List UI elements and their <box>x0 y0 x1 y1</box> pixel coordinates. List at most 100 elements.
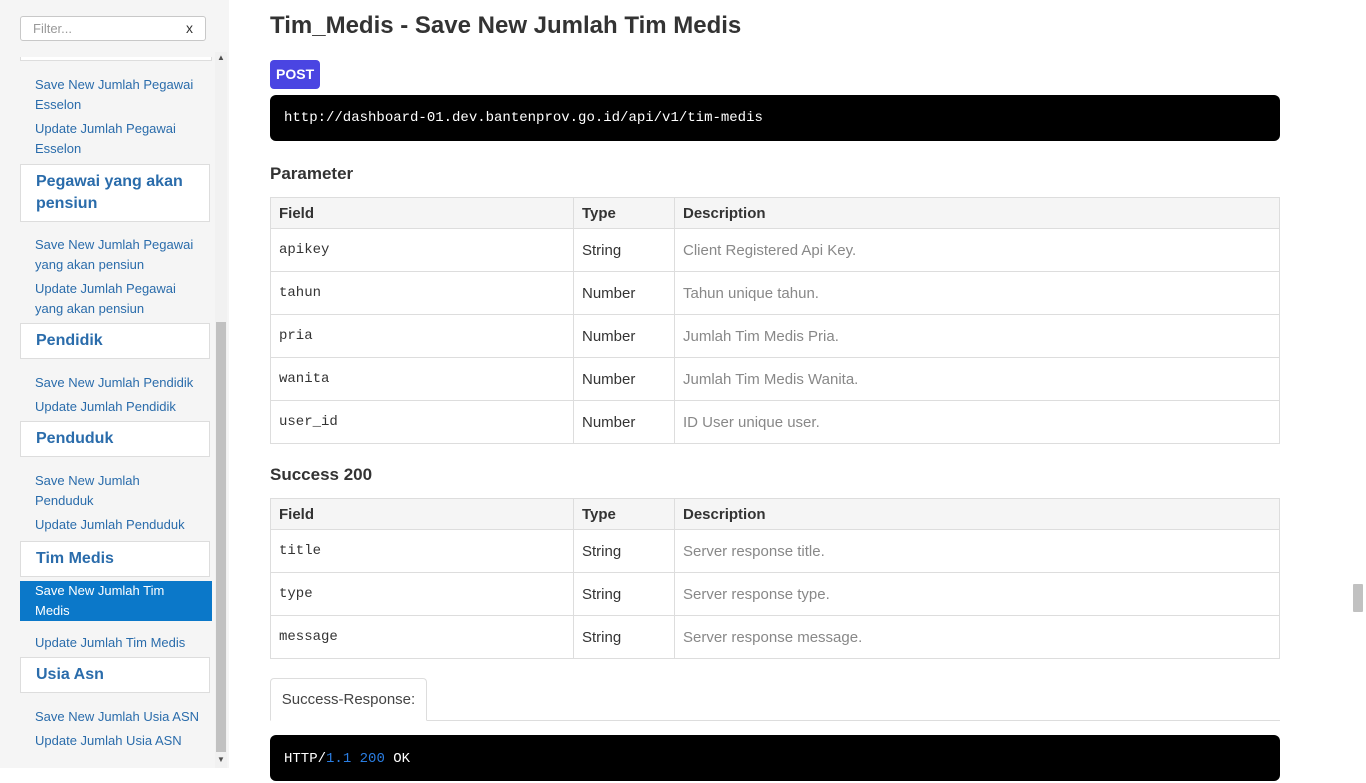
field-cell: tahun <box>270 271 574 315</box>
type-cell: Number <box>573 271 675 315</box>
sidebar-group-pendidik[interactable]: Pendidik <box>20 323 210 359</box>
sidebar-group-pegawai-yang-akan-pensiun[interactable]: Pegawai yang akan pensiun <box>20 164 210 222</box>
description-cell: ID User unique user. <box>674 400 1280 444</box>
sidebar-item-label: Save New Jumlah Pegawai <box>35 77 194 92</box>
column-header: Field <box>270 197 574 229</box>
sidebar-group-label: Penduduk <box>36 430 114 447</box>
field-cell: apikey <box>270 228 574 272</box>
http-status-text: OK <box>393 751 411 767</box>
sidebar-item-label: Medis <box>35 603 70 618</box>
filter-input[interactable] <box>21 17 183 40</box>
description-cell: Client Registered Api Key. <box>674 228 1280 272</box>
sidebar-item-update-jumlah-penduduk[interactable]: Update Jumlah Penduduk <box>20 515 212 535</box>
description-cell: Server response type. <box>674 572 1280 616</box>
sidebar-item-label: Update Jumlah Penduduk <box>35 517 185 532</box>
type-cell: Number <box>573 314 675 358</box>
description-cell: Jumlah Tim Medis Pria. <box>674 314 1280 358</box>
type-cell: String <box>573 228 675 272</box>
scroll-up-arrow-icon[interactable]: ▲ <box>216 53 226 63</box>
sidebar-item-label: Update Jumlah Pegawai <box>35 281 176 296</box>
sidebar-item-update-jumlah-usia-asn[interactable]: Update Jumlah Usia ASN <box>20 731 212 751</box>
sidebar-group-label: pensiun <box>36 195 98 212</box>
sidebar-item-label: Esselon <box>35 141 82 156</box>
clear-filter-button[interactable]: x <box>186 20 193 36</box>
sidebar-item-label: Update Jumlah Usia ASN <box>35 733 182 748</box>
sidebar-item-label: Update Jumlah Pegawai <box>35 121 176 136</box>
sidebar-item-update-jumlah-pegawai-esselon[interactable]: Update Jumlah Pegawai Esselon <box>20 119 212 159</box>
sidebar-item-update-jumlah-pendidik[interactable]: Update Jumlah Pendidik <box>20 397 212 417</box>
type-cell: String <box>573 529 675 573</box>
column-header: Description <box>674 498 1280 530</box>
sidebar-nav: Save New Jumlah Pegawai Esselon Update Jum… <box>20 57 212 768</box>
field-cell: message <box>270 615 574 659</box>
field-cell: title <box>270 529 574 573</box>
sidebar-item-save-new-jumlah-penduduk[interactable]: Save New Jumlah Penduduk <box>20 471 212 511</box>
nav-header-partial <box>20 57 212 61</box>
sidebar-group-tim-medis[interactable]: Tim Medis <box>20 541 210 577</box>
sidebar-item-label: Update Jumlah Pendidik <box>35 399 176 414</box>
sidebar-item-label: Save New Jumlah Pendidik <box>35 375 194 390</box>
sidebar-item-label: yang akan pensiun <box>35 257 145 272</box>
sidebar-scrollbar-thumb[interactable] <box>216 322 226 752</box>
main-content: Tim_Medis - Save New Jumlah Tim Medis PO… <box>270 0 1280 781</box>
column-header: Type <box>573 197 675 229</box>
sidebar-item-label: Save New Jumlah Usia ASN <box>35 709 200 724</box>
field-cell: pria <box>270 314 574 358</box>
sidebar-item-label: Update Jumlah Tim Medis <box>35 635 186 650</box>
table-row: type String Server response type. <box>270 572 1280 616</box>
sidebar-group-label: Usia Asn <box>36 666 104 683</box>
sidebar-item-label: Save New Jumlah Pegawai <box>35 237 194 252</box>
table-row: message String Server response message. <box>270 615 1280 659</box>
sidebar-item-save-new-jumlah-usia-asn[interactable]: Save New Jumlah Usia ASN <box>20 707 212 727</box>
http-protocol: HTTP/ <box>284 751 327 767</box>
parameter-table: Field Type Description apikey String Clien… <box>270 197 1280 444</box>
sidebar-item-save-new-jumlah-pendidik[interactable]: Save New Jumlah Pendidik <box>20 373 212 393</box>
table-row: title String Server response title. <box>270 529 1280 573</box>
success-table: Field Type Description title String Server… <box>270 498 1280 659</box>
http-status: 200 <box>359 751 385 767</box>
response-code-block: HTTP/1.1 200 OK <box>270 735 1280 781</box>
sidebar-item-label: Penduduk <box>35 493 94 508</box>
sidebar-item-label: Esselon <box>35 97 82 112</box>
description-cell: Jumlah Tim Medis Wanita. <box>674 357 1280 401</box>
filter-box: x <box>20 16 206 41</box>
description-cell: Server response title. <box>674 529 1280 573</box>
http-version: 1.1 <box>326 751 352 767</box>
sidebar-item-update-jumlah-tim-medis[interactable]: Update Jumlah Tim Medis <box>20 633 212 653</box>
column-header: Description <box>674 197 1280 229</box>
type-cell: String <box>573 615 675 659</box>
table-row: pria Number Jumlah Tim Medis Pria. <box>270 314 1280 358</box>
type-cell: Number <box>573 357 675 401</box>
field-cell: type <box>270 572 574 616</box>
field-cell: wanita <box>270 357 574 401</box>
page-scrollbar-thumb[interactable] <box>1353 584 1363 612</box>
table-row: wanita Number Jumlah Tim Medis Wanita. <box>270 357 1280 401</box>
sidebar-item-label: yang akan pensiun <box>35 301 145 316</box>
column-header: Field <box>270 498 574 530</box>
sidebar-item-save-new-jumlah-tim-medis[interactable]: Save New Jumlah Tim Medis <box>20 581 212 621</box>
scroll-down-arrow-icon[interactable]: ▼ <box>216 755 226 765</box>
description-cell: Server response message. <box>674 615 1280 659</box>
sidebar-group-usia-asn[interactable]: Usia Asn <box>20 657 210 693</box>
table-row: tahun Number Tahun unique tahun. <box>270 271 1280 315</box>
table-row: apikey String Client Registered Api Key. <box>270 228 1280 272</box>
sidebar-group-penduduk[interactable]: Penduduk <box>20 421 210 457</box>
sidebar-item-label: Save New Jumlah <box>35 473 140 488</box>
page-scrollbar-track[interactable] <box>1350 0 1366 768</box>
sidebar: x Save New Jumlah PegawaiEsselonUpdate J… <box>0 0 229 768</box>
parameter-title: Parameter <box>270 164 354 183</box>
success-title: Success 200 <box>270 465 373 484</box>
sidebar-item-save-new-jumlah-pegawai-esselon[interactable]: Save New Jumlah Pegawai Esselon <box>20 75 212 115</box>
sidebar-item-label: Save New Jumlah Tim <box>35 583 165 598</box>
table-row: user_id Number ID User unique user. <box>270 400 1280 444</box>
sidebar-item-save-new-jumlah-pegawai-yang-akan-pensiun[interactable]: Save New Jumlah Pegawai yang akan pensiun <box>20 235 212 275</box>
sidebar-group-label: Pegawai yang akan <box>36 173 183 190</box>
description-cell: Tahun unique tahun. <box>674 271 1280 315</box>
column-header: Type <box>573 498 675 530</box>
sidebar-item-update-jumlah-pegawai-yang-akan-pensiun[interactable]: Update Jumlah Pegawai yang akan pensiun <box>20 279 212 319</box>
tab-success-response[interactable]: Success-Response: <box>270 678 427 721</box>
page-title: Tim_Medis - Save New Jumlah Tim Medis <box>270 12 742 39</box>
sidebar-group-label: Pendidik <box>36 332 103 349</box>
type-cell: Number <box>573 400 675 444</box>
sidebar-group-label: Tim Medis <box>36 550 114 567</box>
